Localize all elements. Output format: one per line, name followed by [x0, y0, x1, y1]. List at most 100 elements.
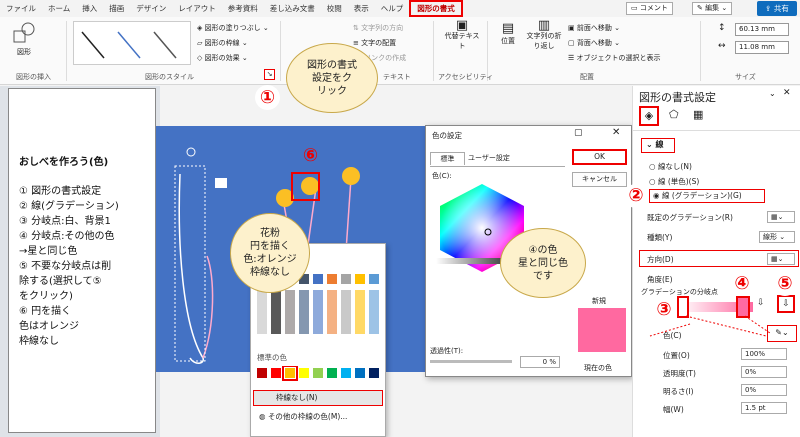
step-number-3: ③	[652, 298, 676, 322]
tab-shape-format[interactable]: 図形の書式	[409, 0, 463, 17]
separator	[700, 21, 701, 81]
bubble-text: 枠線なし	[250, 267, 290, 278]
dialog-title: 色の設定	[432, 131, 462, 140]
shape-fill-label: 図形の塗りつぶし	[204, 24, 261, 32]
shape-style-gallery[interactable]	[73, 21, 191, 65]
alt-text-label: 代替テキスト	[444, 32, 480, 50]
width-input[interactable]: 1.5 pt	[741, 402, 787, 414]
height-icon: ↕	[718, 23, 726, 33]
text-align-button[interactable]: ≡ 文字の配置	[353, 38, 396, 48]
tab-insert[interactable]: 挿入	[76, 0, 103, 17]
new-color-label: 新規	[592, 297, 606, 305]
wrap-label: 文字列の折り返し	[526, 32, 562, 50]
standard-colors-label: 標準の色	[257, 353, 287, 362]
bubble-text: 星と同じ色	[518, 257, 568, 269]
color-label: 色(C):	[432, 172, 452, 180]
tab-custom[interactable]: ユーザー設定	[468, 152, 510, 164]
gradient-line-radio[interactable]: ◉ 線 (グラデーション)(G)	[649, 189, 765, 203]
callout-bubble-4: ④の色 星と同じ色 です	[500, 228, 586, 298]
preset-gradient-dropdown[interactable]: ▦⌄	[767, 211, 795, 223]
tab-file[interactable]: ファイル	[0, 0, 42, 17]
text-direction-button[interactable]: ⇅ 文字列の方向	[353, 23, 403, 33]
transparency-input[interactable]: 0 %	[520, 356, 560, 368]
more-colors-menu-item[interactable]: ◍ その他の枠線の色(M)...	[259, 411, 347, 422]
bubble-text: 色:オレンジ	[243, 254, 297, 265]
minimize-icon[interactable]: ▢	[574, 128, 583, 138]
shape-outline-button[interactable]: ▱ 図形の枠線 ⌄	[197, 38, 248, 48]
add-stop-icon[interactable]: ⇩	[757, 298, 765, 308]
selection-pane-button[interactable]: ☰ オブジェクトの選択と表示	[568, 53, 661, 63]
separator	[66, 21, 67, 81]
transparency-slider[interactable]	[430, 360, 512, 363]
dialog-launcher-button[interactable]: ↘	[264, 69, 275, 80]
no-line-menu-item[interactable]: 枠線なし(N)	[253, 390, 383, 406]
insert-shape-button[interactable]: 図形	[8, 21, 40, 61]
tab-standard[interactable]: 標準	[430, 152, 465, 165]
line-section-header[interactable]: ⌄ 線	[641, 138, 675, 153]
shape-fill-button[interactable]: ◈ 図形の塗りつぶし ⌄	[197, 23, 269, 33]
comment-button[interactable]: ▭ コメント	[626, 2, 673, 15]
bubble-text: 円を描く	[250, 241, 290, 252]
tab-draw[interactable]: 描画	[103, 0, 130, 17]
pollen-circle[interactable]	[301, 177, 319, 195]
current-color-label: 現在の色	[584, 364, 612, 372]
cancel-button[interactable]: キャンセル	[572, 172, 627, 187]
note-line: ① 図形の書式設定	[19, 186, 102, 197]
wrap-text-button[interactable]: ▥ 文字列の折り返し	[524, 19, 564, 51]
size-props-icon[interactable]: ▦	[693, 108, 703, 121]
tab-view[interactable]: 表示	[348, 0, 375, 17]
direction-dropdown[interactable]: ▦⌄	[767, 253, 795, 265]
edit-button[interactable]: ✎ 編集 ⌄	[692, 2, 733, 15]
step-number-1: ①	[255, 85, 280, 110]
pane-options-icon[interactable]: ⌄	[769, 89, 776, 98]
bring-forward-button[interactable]: ▣ 前面へ移動 ⌄	[568, 23, 620, 33]
tab-references[interactable]: 参考資料	[222, 0, 264, 17]
gradient-stop-pink[interactable]	[736, 296, 750, 318]
pane-divider	[633, 130, 800, 131]
callout-bubble-6: 花粉 円を描く 色:オレンジ 枠線なし	[230, 213, 310, 293]
pane-close-icon[interactable]: ✕	[783, 88, 791, 98]
position-input[interactable]: 100%	[741, 348, 787, 360]
share-label: 共有	[773, 4, 789, 13]
fill-line-icon[interactable]: ◈	[639, 106, 659, 126]
solid-line-radio[interactable]: ○ 線 (単色)(S)	[633, 176, 800, 187]
height-input[interactable]: 60.13 mm	[735, 23, 789, 36]
effects-icon[interactable]: ⬠	[669, 108, 679, 121]
shape-effect-button[interactable]: ◇ 図形の効果 ⌄	[197, 53, 248, 63]
gradient-stop-white[interactable]	[677, 296, 689, 318]
brightness-input[interactable]: 0%	[741, 384, 787, 396]
tab-help[interactable]: ヘルプ	[375, 0, 410, 17]
type-dropdown[interactable]: 線形 ⌄	[759, 231, 795, 243]
close-icon[interactable]: ✕	[612, 127, 620, 138]
transparency-input[interactable]: 0%	[741, 366, 787, 378]
note-line: 色はオレンジ	[19, 321, 79, 332]
line-styles-preview	[81, 31, 177, 59]
pollen-circle[interactable]	[342, 167, 360, 185]
color-picker-button[interactable]: ✎⌄	[767, 325, 797, 342]
tab-review[interactable]: 校閲	[321, 0, 348, 17]
palette-icon: ◍	[259, 412, 266, 421]
ribbon-tab-bar: ファイル ホーム 挿入 描画 デザイン レイアウト 参考資料 差し込み文書 校閲…	[0, 0, 800, 17]
standard-color-row[interactable]	[251, 366, 385, 382]
tab-home[interactable]: ホーム	[42, 0, 76, 17]
position-button[interactable]: ▤ 位置	[494, 21, 522, 46]
step-number-6: ⑥	[302, 145, 319, 166]
ok-button[interactable]: OK	[572, 149, 627, 165]
width-input[interactable]: 11.08 mm	[735, 41, 789, 54]
share-button[interactable]: ⇪ 共有	[757, 1, 797, 16]
comment-label: コメント	[639, 4, 668, 12]
line-section-label: 線	[655, 140, 664, 149]
alt-text-button[interactable]: ▣ 代替テキスト	[442, 19, 482, 51]
no-line-radio[interactable]: ○ 線なし(N)	[633, 161, 800, 172]
remove-stop-icon[interactable]: ⇩	[777, 295, 795, 313]
send-backward-label: 背面へ移動	[576, 39, 612, 47]
note-steps: ① 図形の書式設定 ② 線(グラデーション) ③ 分岐点:白、背景1 ④ 分岐点…	[19, 184, 119, 349]
group-label-accessibility: アクセシビリティ	[438, 73, 494, 81]
note-line: ② 線(グラデーション)	[19, 201, 119, 212]
tab-mailings[interactable]: 差し込み文書	[264, 0, 321, 17]
bubble-text: 図形の書式	[307, 59, 357, 71]
tab-design[interactable]: デザイン	[130, 0, 172, 17]
tab-layout[interactable]: レイアウト	[172, 0, 222, 17]
send-backward-button[interactable]: ▢ 背面へ移動 ⌄	[568, 38, 620, 48]
selection-pane-label: オブジェクトの選択と表示	[576, 54, 661, 62]
